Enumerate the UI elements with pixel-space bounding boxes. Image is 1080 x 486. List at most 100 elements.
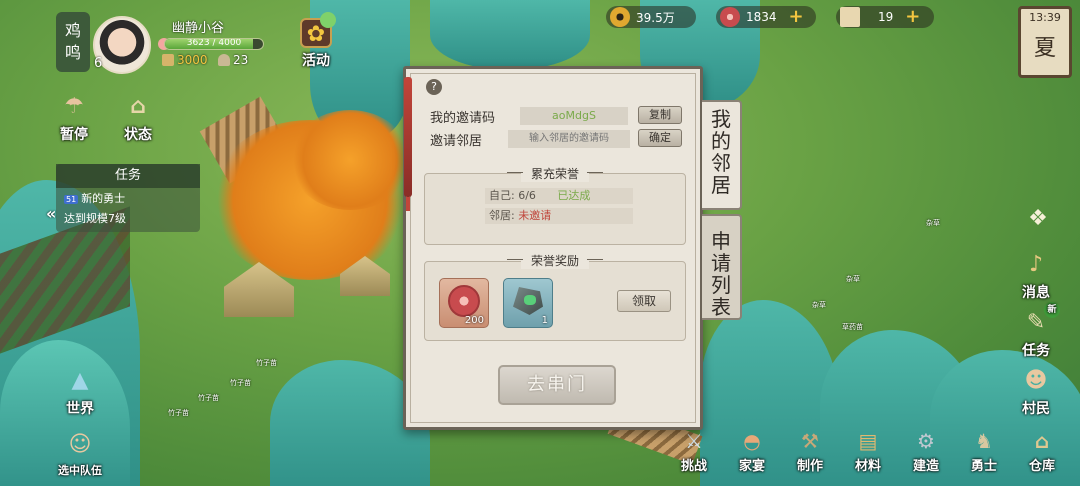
orange-tree[interactable] <box>290 110 410 210</box>
map-label: 竹子苗 <box>256 359 277 367</box>
event-button[interactable]: ✿ 活动 <box>300 12 336 70</box>
messages-button[interactable]: ♪ 消息 <box>1020 250 1052 302</box>
build-tools-icon: ⚙ <box>917 429 935 453</box>
neighbor-label: 邻居: <box>489 209 515 222</box>
planks-icon: ▤ <box>858 429 878 453</box>
bottom-materials-button[interactable]: ▤ 材料 <box>842 427 894 474</box>
neighbor-progress-row: 邻居: 未邀请 <box>485 208 633 224</box>
warrior-icon: ☺ <box>68 432 92 457</box>
ribbon-tassel <box>406 197 410 211</box>
help-icon[interactable]: ? <box>426 79 442 95</box>
add-ticket-button[interactable]: + <box>905 8 920 26</box>
visit-neighbor-button[interactable]: 去串门 <box>498 365 616 405</box>
person-icon <box>218 54 230 66</box>
my-code-label: 我的邀请码 <box>430 111 496 126</box>
reward-title: 荣誉奖励 <box>506 252 604 269</box>
copper-resource[interactable]: 39.5万 <box>606 6 696 28</box>
jade-value: 1834 <box>746 10 777 24</box>
my-code-value: aoMdgS <box>520 107 628 125</box>
notify-dot-icon <box>320 12 336 28</box>
reward-item[interactable]: 200 <box>439 278 489 328</box>
task-panel[interactable]: 任务 51 新的勇士 达到规模7级 <box>56 164 200 232</box>
tab-my-neighbors[interactable]: 我的邻居 <box>702 100 742 210</box>
population-value: 23 <box>233 53 249 67</box>
bottom-label: 建造 <box>912 459 939 474</box>
copper-coin-icon <box>610 7 630 27</box>
player-title-tag[interactable]: 鸡 鸣 <box>56 12 90 72</box>
status-label: 状态 <box>124 127 152 143</box>
task-title: 新的勇士 <box>81 192 126 205</box>
invite-dialog: ? 我的邀请码 aoMdgS 复制 邀请邻居 确定 累充荣誉 自己: 6/6 已… <box>403 66 703 430</box>
warrior-hat-icon: ♞ <box>975 429 993 453</box>
green-stone-gem-icon <box>524 295 536 305</box>
pavilion-icon: ⌂ <box>130 94 146 119</box>
jade-coin-icon <box>448 285 480 317</box>
population-stat: 23 <box>218 53 248 67</box>
bottom-craft-button[interactable]: ⚒ 制作 <box>784 427 836 474</box>
map-label: 杂草 <box>812 301 826 309</box>
mushroom-icon: ☂ <box>64 94 84 119</box>
messages-label: 消息 <box>1022 285 1050 301</box>
title-char: 鸣 <box>64 43 81 62</box>
map-label: 竹子苗 <box>168 409 189 417</box>
bottom-label: 材料 <box>854 459 881 474</box>
add-jade-button[interactable]: + <box>789 8 804 26</box>
layout-flower-button[interactable]: ❖ <box>1022 204 1054 236</box>
player-level: 6 <box>94 56 103 71</box>
bottom-label: 制作 <box>796 459 823 474</box>
pause-label: 暂停 <box>60 127 88 143</box>
map-label: 杂草 <box>926 219 940 227</box>
bottom-warehouse-button[interactable]: ⌂ 仓库 <box>1016 427 1068 474</box>
self-progress: 自己: 6/6 <box>489 189 536 202</box>
world-label: 世界 <box>66 401 94 417</box>
collapse-arrow-icon[interactable]: « <box>46 204 56 223</box>
bottom-build-button[interactable]: ⚙ 建造 <box>900 427 952 474</box>
jade-resource[interactable]: 1834 + <box>716 6 816 28</box>
pause-button[interactable]: ☂ 暂停 <box>58 92 90 144</box>
reward-qty: 1 <box>541 315 548 326</box>
event-label: 活动 <box>302 53 330 69</box>
tab-applications[interactable]: 申请列表 <box>702 214 742 320</box>
task-number: 51 <box>64 195 79 204</box>
coins-value: 3000 <box>177 53 208 67</box>
bottom-warriors-button[interactable]: ♞ 勇士 <box>958 427 1010 474</box>
quests-button[interactable]: ✎ 任务 新 <box>1020 302 1060 360</box>
map-label: 竹子苗 <box>230 379 251 387</box>
villager-icon: ☻ <box>1024 368 1048 393</box>
reward-section: 荣誉奖励 200 1 领取 <box>424 252 686 341</box>
bottom-feast-button[interactable]: ◓ 家宴 <box>726 427 778 474</box>
status-button[interactable]: ⌂ 状态 <box>122 92 154 144</box>
mountain <box>430 0 590 70</box>
bottom-label: 勇士 <box>970 459 997 474</box>
flower-icon: ❖ <box>1028 206 1048 231</box>
player-name[interactable]: 幽静小谷 <box>172 17 224 36</box>
season-label: 夏 <box>1033 36 1056 61</box>
new-badge: 新 <box>1044 302 1060 318</box>
copy-button[interactable]: 复制 <box>638 106 682 124</box>
title-char: 鸡 <box>64 21 81 40</box>
team-button[interactable]: ☺ 选中队伍 <box>58 430 102 478</box>
task-item[interactable]: 51 新的勇士 <box>56 188 200 208</box>
claim-button[interactable]: 领取 <box>617 290 671 312</box>
confirm-button[interactable]: 确定 <box>638 129 682 147</box>
task-desc: 达到规模7级 <box>64 212 126 225</box>
ticket-icon <box>840 7 860 27</box>
reward-item[interactable]: 1 <box>503 278 553 328</box>
world-button[interactable]: ▲ 世界 <box>64 366 96 418</box>
bowl-icon: ◓ <box>743 429 761 453</box>
invite-code-input[interactable] <box>508 130 630 148</box>
clock-season[interactable]: 13:39 夏 <box>1018 6 1072 78</box>
map-label: 杂草 <box>846 275 860 283</box>
ticket-resource[interactable]: 19 + <box>836 6 934 28</box>
copper-value: 39.5万 <box>636 10 675 25</box>
exp-text: 3623 / 4000 <box>186 38 242 48</box>
map-label: 竹子苗 <box>198 394 219 402</box>
villagers-button[interactable]: ☻ 村民 <box>1020 366 1052 418</box>
swords-icon: ⚔ <box>685 429 703 453</box>
bottom-label: 挑战 <box>680 459 707 474</box>
reward-qty: 200 <box>464 315 484 326</box>
quests-label: 任务 <box>1022 343 1050 359</box>
globe-mountain-icon: ▲ <box>71 368 89 393</box>
bell-icon: ♪ <box>1028 252 1044 277</box>
bottom-challenge-button[interactable]: ⚔ 挑战 <box>668 427 720 474</box>
